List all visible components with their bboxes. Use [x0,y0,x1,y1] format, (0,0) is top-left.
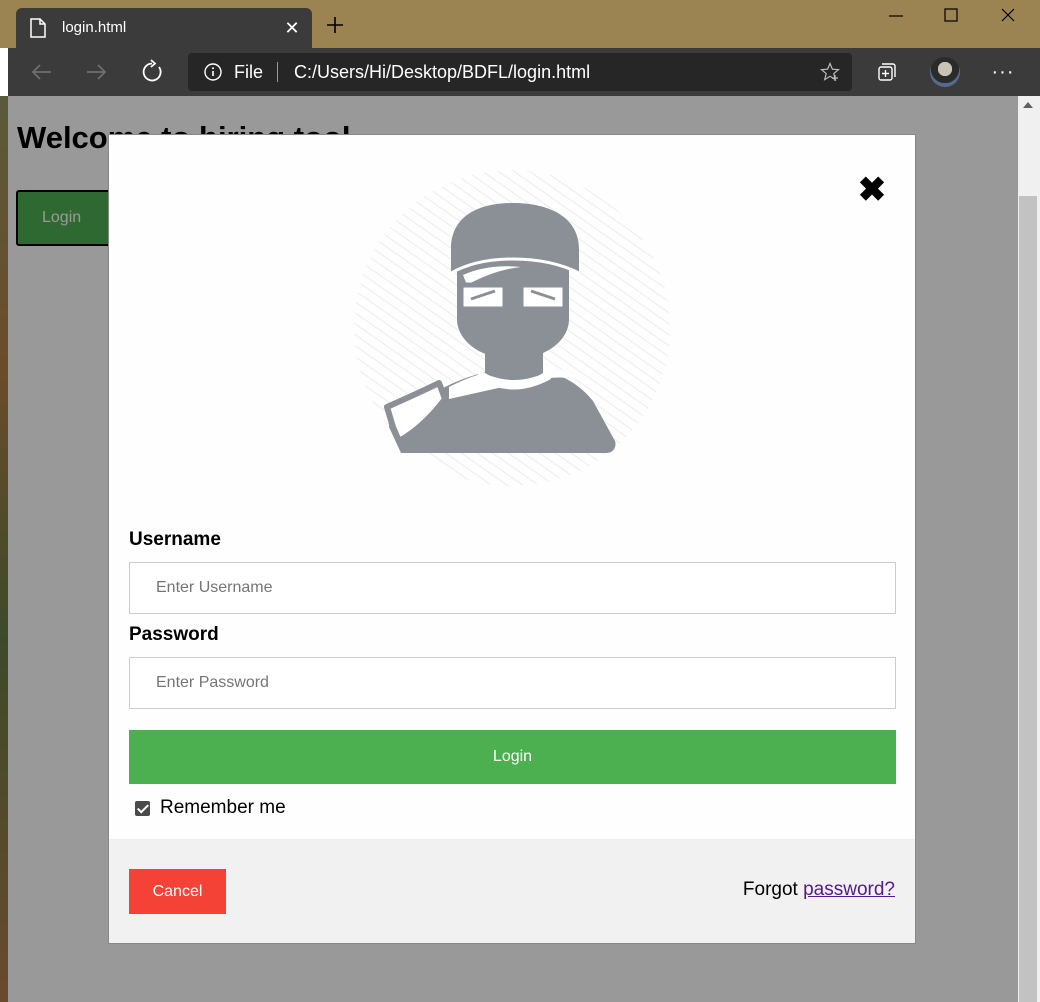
login-submit-button[interactable]: Login [129,730,896,784]
address-scheme: File [234,62,264,82]
forgot-password-link[interactable]: password? [803,879,895,900]
address-bar[interactable]: File C:/Users/Hi/Desktop/BDFL/login.html [188,53,852,91]
info-icon[interactable] [204,63,222,81]
forward-arrow-icon[interactable] [83,59,109,85]
profile-avatar[interactable] [930,57,960,87]
cancel-button[interactable]: Cancel [129,869,226,914]
back-arrow-icon[interactable] [29,59,55,85]
page-scrollbar[interactable] [1018,96,1040,1002]
remember-me-row[interactable]: Remember me [135,797,286,819]
tab-title: login.html [62,19,127,36]
maximize-icon[interactable] [931,4,971,28]
username-input[interactable] [129,562,896,614]
remember-me-label: Remember me [160,797,286,818]
password-label: Password [129,624,219,645]
browser-tab[interactable]: login.html ✕ [16,8,312,48]
browser-titlebar: login.html ✕ [0,0,1040,48]
minimize-icon[interactable] [876,4,916,28]
forgot-password-text: Forgot password? [743,879,895,901]
scroll-up-arrow-icon[interactable] [1023,102,1033,108]
browser-toolbar: File C:/Users/Hi/Desktop/BDFL/login.html… [8,48,1040,96]
password-input[interactable] [129,657,896,709]
address-url[interactable]: C:/Users/Hi/Desktop/BDFL/login.html [294,62,590,83]
user-avatar-illustration [354,170,670,486]
reload-icon[interactable] [139,59,165,85]
login-modal: ✖ Username Password Login [108,134,916,944]
close-modal-icon[interactable]: ✖ [857,173,887,207]
forgot-prefix: Forgot [742,879,804,900]
address-divider [277,62,278,82]
new-tab-icon[interactable] [322,12,348,38]
scrollbar-thumb[interactable] [1019,196,1037,1002]
file-icon [30,18,46,38]
window-close-icon[interactable] [988,4,1028,28]
username-label: Username [129,529,221,550]
desktop-edge [0,96,8,1002]
favorite-star-icon[interactable] [820,62,840,82]
close-tab-icon[interactable]: ✕ [282,18,302,38]
remember-me-checkbox[interactable] [135,800,150,816]
modal-footer: Cancel Forgot password? [109,839,915,943]
more-menu-icon[interactable]: ··· [991,60,1015,84]
collections-icon[interactable] [877,62,897,82]
